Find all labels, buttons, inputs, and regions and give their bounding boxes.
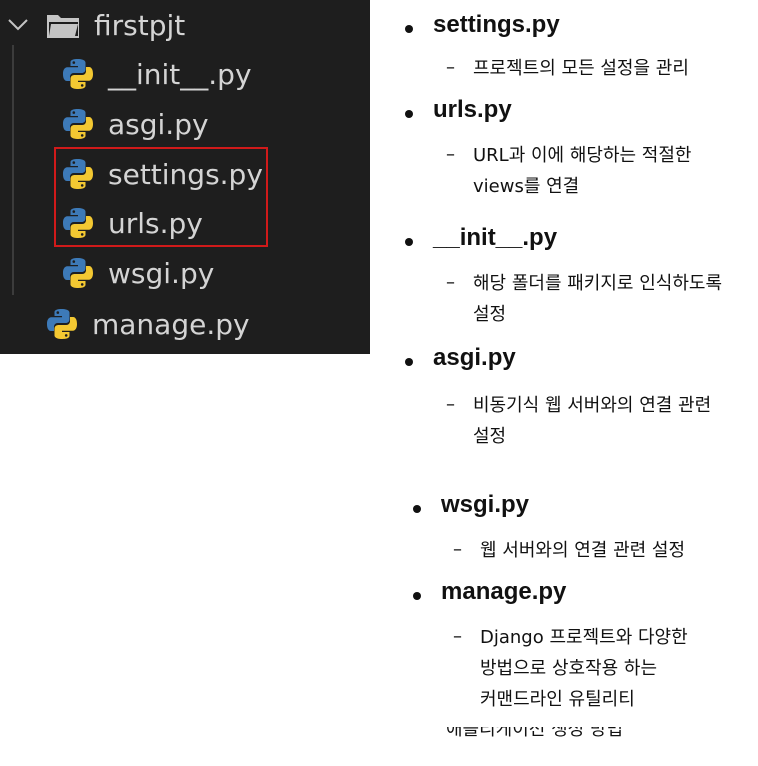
description-line: 커맨드라인 유틸리티 (480, 689, 635, 710)
description-line: 해당 폴더를 패키지로 인식하도록 (473, 273, 723, 294)
note-title: __init__.py (433, 224, 558, 251)
file-label: asgi.py (108, 107, 209, 141)
bullet (405, 238, 413, 246)
bullet (413, 592, 421, 600)
file-label: manage.py (92, 307, 250, 341)
description-line: 프로젝트의 모든 설정을 관리 (473, 58, 689, 79)
note-description: 웹 서버와의 연결 관련 설정 (480, 535, 685, 566)
dash: – (453, 539, 462, 560)
python-icon (63, 109, 93, 139)
note-description: 해당 폴더를 패키지로 인식하도록 설정 (473, 268, 722, 330)
description-line: Django 프로젝트와 다양한 (480, 627, 688, 648)
description-line: 웹 서버와의 연결 관련 설정 (480, 540, 686, 561)
dash: – (453, 626, 462, 647)
note-title: settings.py (433, 11, 560, 38)
bullet (405, 110, 413, 118)
note-description: 비동기식 웹 서버와의 연결 관련 설정 (473, 390, 711, 452)
file-wsgi[interactable]: wsgi.py (0, 248, 370, 298)
description-line: 비동기식 웹 서버와의 연결 관련 (473, 395, 712, 416)
dash: – (446, 57, 455, 78)
dash: – (446, 394, 455, 415)
description-line: URL과 이에 해당하는 적절한 (473, 145, 692, 166)
bullet (405, 25, 413, 33)
file-init[interactable]: __init__.py (0, 49, 370, 99)
file-explorer: firstpjt __init__.py asgi.py settings.py (0, 0, 370, 354)
highlight-box (54, 147, 268, 247)
dash: – (446, 272, 455, 293)
description-line: 설정 (473, 426, 507, 447)
note-title: manage.py (441, 578, 567, 605)
note-title: wsgi.py (441, 491, 530, 518)
python-icon (47, 309, 77, 339)
note-description: Django 프로젝트와 다양한 방법으로 상호작용 하는 커맨드라인 유틸리티 (480, 622, 688, 715)
folder-label: firstpjt (94, 8, 186, 42)
file-manage[interactable]: manage.py (0, 299, 370, 349)
dash: – (446, 144, 455, 165)
description-line: 설정 (473, 304, 507, 325)
clipped-text: 애플리케이션 생성 방법 (446, 727, 666, 740)
python-icon (63, 59, 93, 89)
folder-icon (47, 15, 79, 38)
note-title: asgi.py (433, 344, 516, 371)
clipped-text-content: 애플리케이션 생성 방법 (446, 727, 624, 740)
file-label: __init__.py (108, 57, 252, 91)
file-asgi[interactable]: asgi.py (0, 99, 370, 149)
python-icon (63, 258, 93, 288)
bullet (405, 358, 413, 366)
bullet (413, 505, 421, 513)
note-description: 프로젝트의 모든 설정을 관리 (473, 53, 689, 84)
note-description: URL과 이에 해당하는 적절한 views를 연결 (473, 140, 691, 202)
chevron-down-icon[interactable] (6, 13, 30, 37)
note-title: urls.py (433, 96, 512, 123)
description-line: 방법으로 상호작용 하는 (480, 658, 658, 679)
description-line: views를 연결 (473, 176, 580, 197)
folder-firstpjt[interactable]: firstpjt (0, 0, 370, 50)
file-label: wsgi.py (108, 256, 215, 290)
